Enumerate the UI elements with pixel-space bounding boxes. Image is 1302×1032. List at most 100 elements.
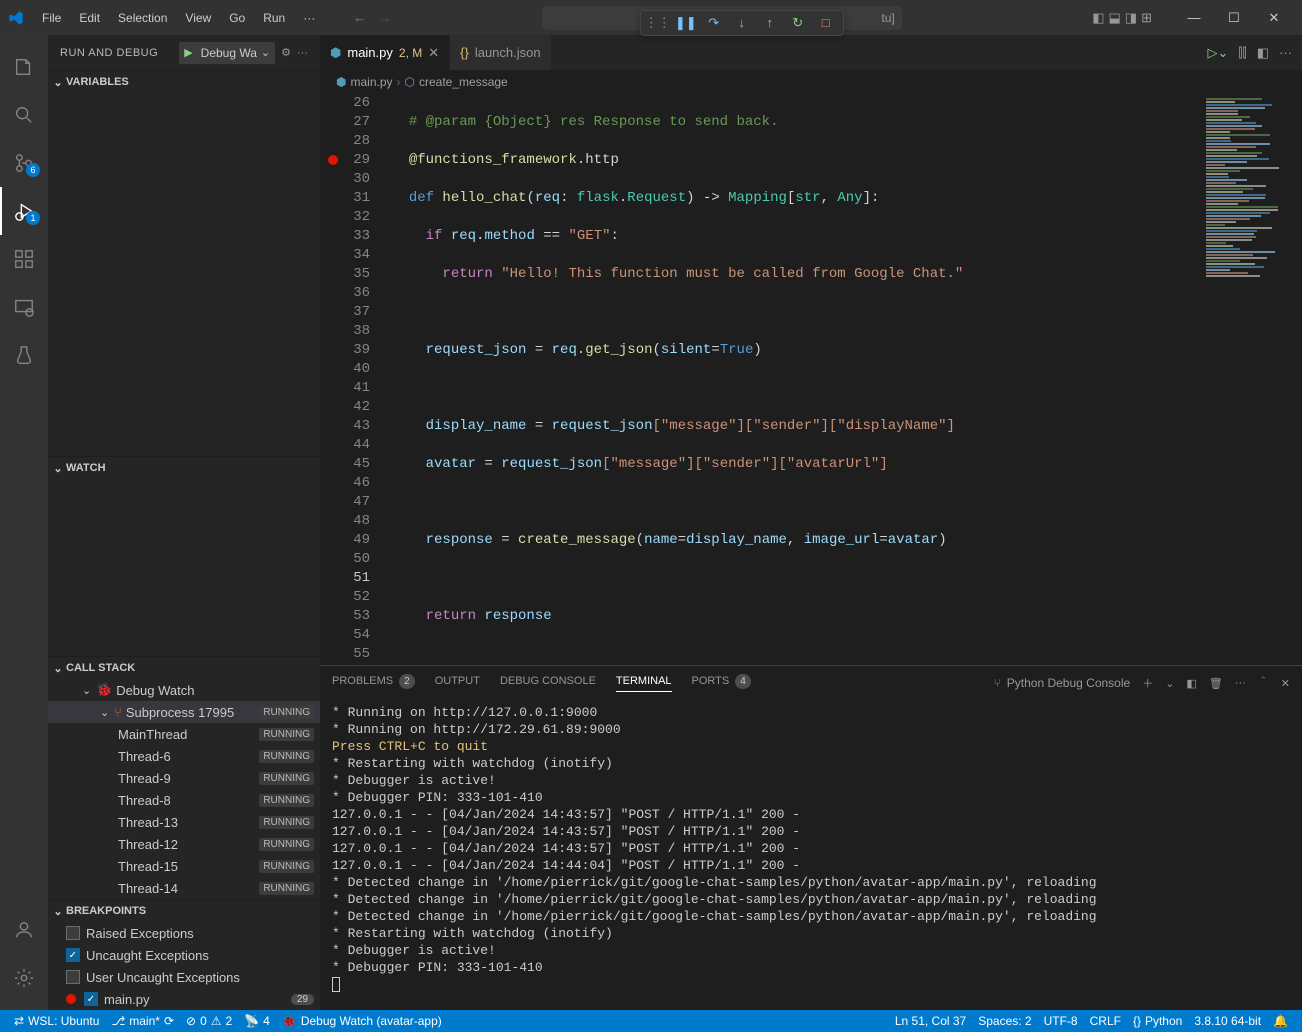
sb-eol[interactable]: CRLF [1084,1014,1127,1028]
callstack-thread[interactable]: Thread-13RUNNING [48,811,320,833]
menu-more[interactable]: ··· [295,7,323,29]
callstack-thread[interactable]: Thread-9RUNNING [48,767,320,789]
breadcrumb[interactable]: ⬢ main.py › ⬡ create_message [320,70,1302,94]
more-icon[interactable]: ··· [297,47,308,59]
debug-start-icon[interactable]: ▶ [184,46,192,59]
step-over-icon[interactable]: ↷ [705,14,723,32]
sb-remote[interactable]: ⇄WSL: Ubuntu [8,1010,105,1032]
menu-edit[interactable]: Edit [71,7,108,29]
callstack-thread[interactable]: Thread-14RUNNING [48,877,320,899]
callstack-thread[interactable]: Thread-8RUNNING [48,789,320,811]
tab-launch-json[interactable]: {} launch.json [450,35,551,70]
close-icon[interactable]: ✕ [428,45,439,61]
callstack-thread[interactable]: MainThreadRUNNING [48,723,320,745]
callstack-thread[interactable]: Thread-12RUNNING [48,833,320,855]
sb-debug[interactable]: 🐞Debug Watch (avatar-app) [276,1010,448,1032]
gear-icon[interactable]: ⚙ [281,46,291,59]
layout-toggle-primary-icon[interactable]: ◧ [1092,10,1104,26]
watch-header[interactable]: ⌄WATCH [48,457,320,479]
close-panel-icon[interactable]: ✕ [1281,677,1290,690]
sb-notifications[interactable]: 🔔 [1267,1014,1294,1028]
activity-scm[interactable]: 6 [0,139,48,187]
activity-remote[interactable] [0,283,48,331]
activity-explorer[interactable] [0,43,48,91]
menu-file[interactable]: File [34,7,69,29]
layout-toggle-secondary-icon[interactable]: ◨ [1125,10,1137,26]
callstack-root[interactable]: ⌄🐞Debug Watch [48,679,320,701]
title-bar: File Edit Selection View Go Run ··· ← → … [0,0,1302,35]
sb-lang[interactable]: {}Python [1127,1014,1188,1028]
stop-icon[interactable]: □ [817,14,835,32]
chevron-down-icon[interactable]: ⌄ [261,46,270,59]
tab-ports[interactable]: PORTS4 [692,674,751,693]
nav-forward-icon[interactable]: → [378,10,391,25]
chevron-down-icon[interactable]: ⌄ [1165,677,1174,690]
menu-view[interactable]: View [177,7,219,29]
nav-back-icon[interactable]: ← [353,10,366,25]
sync-icon[interactable]: ⟳ [164,1014,174,1028]
sb-cursor-pos[interactable]: Ln 51, Col 37 [889,1014,972,1028]
new-terminal-icon[interactable]: ＋ [1142,675,1153,691]
sb-interpreter[interactable]: 3.8.10 64-bit [1188,1014,1267,1028]
menu-run[interactable]: Run [255,7,293,29]
drag-handle-icon[interactable]: ⋮⋮ [649,14,667,32]
activity-extensions[interactable] [0,235,48,283]
tab-main-py[interactable]: ⬢ main.py 2, M ✕ [320,35,450,70]
callstack-header[interactable]: ⌄CALL STACK [48,657,320,679]
activity-debug[interactable]: 1 [0,187,48,235]
editor-body[interactable]: 2627282930313233343536373839404142434445… [320,94,1302,665]
callstack-thread[interactable]: Thread-6RUNNING [48,745,320,767]
restart-icon[interactable]: ↻ [789,14,807,32]
gutter[interactable]: 2627282930313233343536373839404142434445… [320,94,388,665]
step-out-icon[interactable]: ↑ [761,14,779,32]
tab-output[interactable]: OUTPUT [435,675,480,691]
close-button[interactable]: ✕ [1254,3,1294,33]
checkbox-unchecked-icon[interactable] [66,926,80,940]
activity-account[interactable] [0,906,48,954]
callstack-thread[interactable]: Thread-15RUNNING [48,855,320,877]
checkbox-checked-icon[interactable]: ✓ [84,992,98,1006]
layout-customize-icon[interactable]: ⊞ [1141,10,1152,26]
tab-problems[interactable]: PROBLEMS2 [332,674,415,693]
maximize-panel-icon[interactable]: ＾ [1258,675,1269,691]
callstack-section: ⌄CALL STACK ⌄🐞Debug Watch ⌄⑂Subprocess 1… [48,656,320,899]
run-icon[interactable]: ▷⌄ [1207,45,1228,61]
layout-toggle-panel-icon[interactable]: ⬓ [1109,10,1121,26]
bp-raised[interactable]: Raised Exceptions [48,922,320,944]
minimize-button[interactable]: — [1174,3,1214,33]
terminal-body[interactable]: * Running on http://127.0.0.1:9000 * Run… [320,700,1302,1010]
code[interactable]: # @param {Object} res Response to send b… [388,94,1202,665]
tab-terminal[interactable]: TERMINAL [616,675,672,692]
checkbox-unchecked-icon[interactable] [66,970,80,984]
sb-branch[interactable]: ⎇main*⟳ [105,1010,180,1032]
callstack-subprocess[interactable]: ⌄⑂Subprocess 17995RUNNING [48,701,320,723]
bp-user-uncaught[interactable]: User Uncaught Exceptions [48,966,320,988]
kill-terminal-icon[interactable]: 🗑 [1209,677,1223,690]
activity-search[interactable] [0,91,48,139]
sb-ports[interactable]: 📡4 [238,1010,276,1032]
pause-icon[interactable]: ❚❚ [677,14,695,32]
more-icon[interactable]: ··· [1279,45,1292,60]
menu-selection[interactable]: Selection [110,7,175,29]
tab-debug-console[interactable]: DEBUG CONSOLE [500,675,596,691]
minimap[interactable] [1202,94,1302,665]
split-terminal-icon[interactable]: ◧ [1186,677,1196,690]
more-icon[interactable]: ··· [1235,677,1246,689]
split-right-icon[interactable]: ⫿⫿ [1238,45,1246,61]
sb-spaces[interactable]: Spaces: 2 [972,1014,1037,1028]
maximize-button[interactable]: ☐ [1214,3,1254,33]
terminal-select[interactable]: ⑂Python Debug Console [994,676,1131,690]
activity-testing[interactable] [0,331,48,379]
bp-file[interactable]: ✓main.py29 [48,988,320,1010]
checkbox-checked-icon[interactable]: ✓ [66,948,80,962]
sb-encoding[interactable]: UTF-8 [1038,1014,1084,1028]
breakpoints-header[interactable]: ⌄BREAKPOINTS [48,900,320,922]
activity-settings[interactable] [0,954,48,1002]
diff-icon[interactable]: ◧ [1257,45,1269,61]
step-into-icon[interactable]: ↓ [733,14,751,32]
bp-uncaught[interactable]: ✓Uncaught Exceptions [48,944,320,966]
debug-config-select[interactable]: ▶ Debug Wa ⌄ [179,42,275,64]
variables-header[interactable]: ⌄VARIABLES [48,71,320,93]
menu-go[interactable]: Go [221,7,253,29]
sb-problems[interactable]: ⊘0⚠2 [180,1010,238,1032]
